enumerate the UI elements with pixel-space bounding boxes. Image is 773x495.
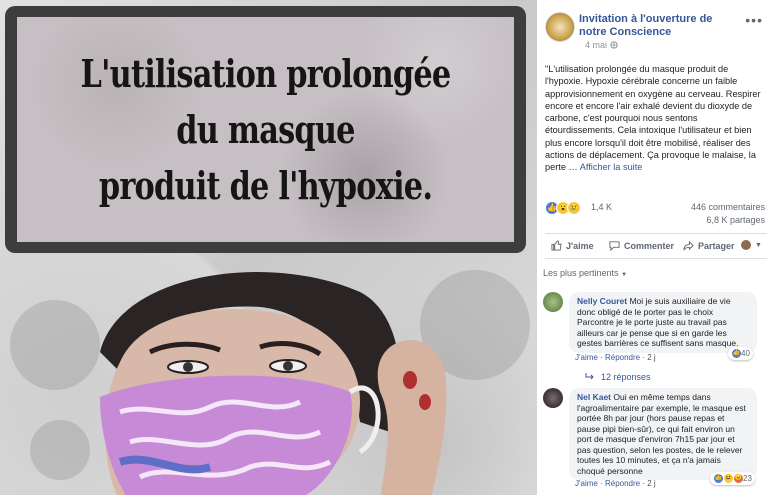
comment-reaction-count: 40 — [741, 349, 750, 358]
comment-age[interactable]: 2 j — [647, 479, 655, 488]
post-panel: Invitation à l'ouverture de notre Consci… — [537, 0, 773, 495]
comments-filter-dropdown[interactable]: Les plus pertinents ▼ — [543, 268, 627, 278]
post-body-text: "L'utilisation prolongée du masque produ… — [545, 64, 761, 173]
reactions-count[interactable]: 1,4 K — [591, 202, 612, 212]
comment-reactions[interactable]: 👍 😆 😠 23 — [710, 472, 755, 485]
caption-panel: L'utilisation prolongée du masque produi… — [17, 17, 514, 242]
caption-line-1: L'utilisation prolongée du masque — [80, 50, 452, 152]
comments-filter-label: Les plus pertinents — [543, 268, 619, 278]
thumbs-up-icon — [551, 240, 562, 251]
comment-like-link[interactable]: J'aime — [575, 353, 598, 362]
page-name-link[interactable]: Invitation à l'ouverture de notre Consci… — [579, 13, 739, 39]
comment-author[interactable]: Nel Kaet — [577, 392, 611, 402]
post-text: "L'utilisation prolongée du masque produ… — [545, 63, 767, 174]
comment-button[interactable]: Commenter — [609, 240, 674, 251]
share-button-label: Partager — [698, 240, 735, 251]
comment-like-link[interactable]: J'aime — [575, 479, 598, 488]
woman-with-mask-illustration — [100, 272, 447, 495]
like-button-label: J'aime — [566, 240, 594, 251]
post-actions-bar: J'aime Commenter Partager ▼ — [545, 233, 767, 259]
comment-age[interactable]: 2 j — [647, 353, 655, 362]
commenter-avatar[interactable] — [543, 292, 563, 312]
chevron-down-icon: ▼ — [621, 272, 628, 278]
comment-actions: J'aime · Répondre · 2 j — [575, 479, 656, 488]
user-avatar-icon — [741, 240, 751, 250]
reply-arrow-icon — [585, 373, 594, 380]
view-replies-link[interactable]: 12 réponses — [585, 372, 651, 382]
post-stats: 👍 😮 😢 1,4 K 446 commentaires 6,8 K parta… — [545, 199, 765, 225]
comment-text: Oui en même temps dans l'agroalimentaire… — [577, 392, 746, 476]
chevron-down-icon: ▼ — [755, 241, 762, 249]
post-date-text[interactable]: 4 mai — [585, 40, 607, 50]
caption-frame: L'utilisation prolongée du masque produi… — [5, 6, 526, 253]
caption-line-2: produit de l'hypoxie. — [98, 162, 433, 208]
comment-button-label: Commenter — [624, 240, 675, 251]
reaction-icons[interactable]: 👍 😮 😢 — [545, 201, 581, 215]
post-image[interactable]: L'utilisation prolongée du masque produi… — [0, 0, 537, 495]
sad-reaction-icon: 😢 — [567, 201, 581, 215]
replies-count-label: 12 réponses — [601, 372, 651, 382]
comment-bubble: Nel Kaet Oui en même temps dans l'agroal… — [569, 388, 757, 480]
reaction-selector[interactable]: ▼ — [741, 240, 762, 250]
comment-bubble: Nelly Couret Moi je suis auxiliaire de v… — [569, 292, 757, 353]
post-date[interactable]: 4 mai — [585, 40, 618, 50]
share-icon — [683, 240, 694, 251]
share-button[interactable]: Partager — [683, 240, 735, 251]
see-more-link[interactable]: Afficher la suite — [580, 162, 643, 172]
comment-reaction-count: 23 — [743, 474, 752, 483]
comment-reply-link[interactable]: Répondre — [605, 353, 640, 362]
page-avatar[interactable] — [545, 12, 575, 42]
image-caption: L'utilisation prolongée du masque produi… — [67, 46, 465, 214]
more-options-icon[interactable]: ••• — [745, 12, 763, 28]
comment-reactions[interactable]: 👍 40 — [728, 347, 753, 360]
globe-icon — [609, 40, 618, 50]
like-button[interactable]: J'aime — [551, 240, 594, 251]
comment-author[interactable]: Nelly Couret — [577, 296, 627, 306]
shares-count[interactable]: 6,8 K partages — [706, 215, 765, 225]
commenter-avatar[interactable] — [543, 388, 563, 408]
comments-count[interactable]: 446 commentaires — [691, 202, 765, 212]
comment-actions: J'aime · Répondre · 2 j — [575, 353, 656, 362]
comment-icon — [609, 241, 620, 251]
post-header: Invitation à l'ouverture de notre Consci… — [545, 10, 767, 50]
comment-reply-link[interactable]: Répondre — [605, 479, 640, 488]
